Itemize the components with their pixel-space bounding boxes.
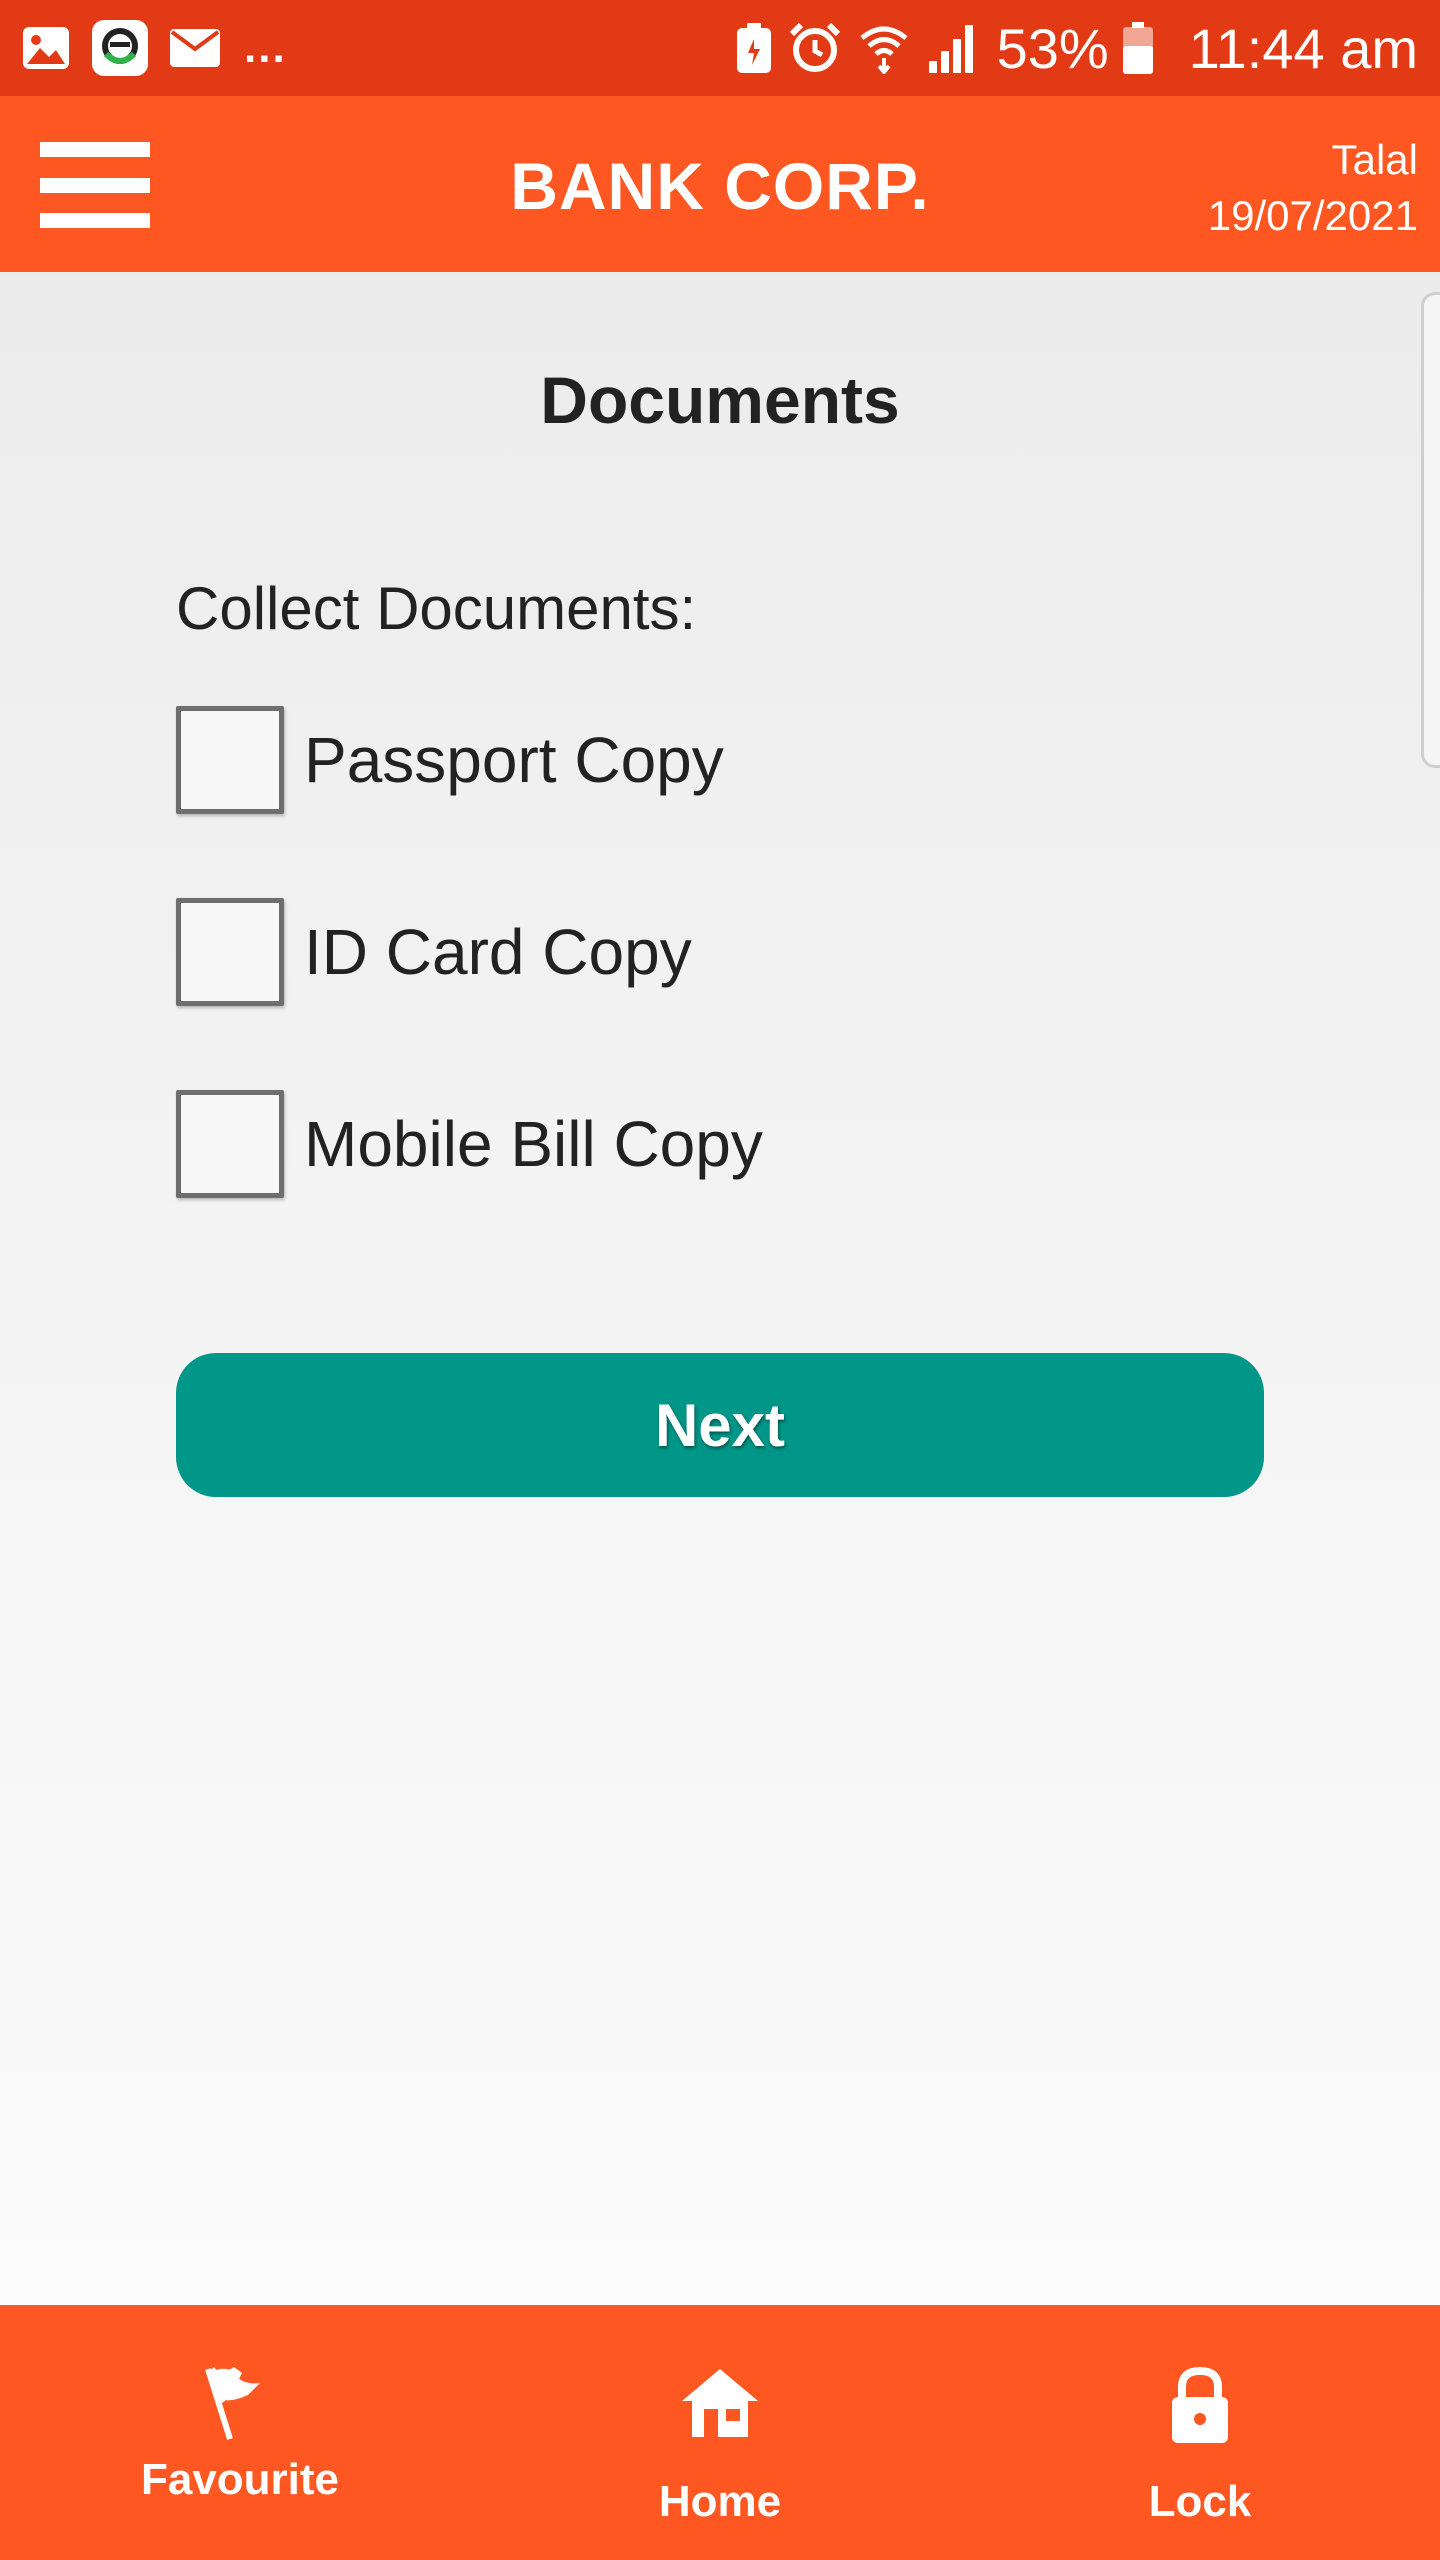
home-icon	[570, 2365, 870, 2441]
nav-favourite[interactable]: Favourite	[90, 2305, 390, 2560]
status-bar: ... 53% 11:44 am	[0, 0, 1440, 96]
user-info: Talal 19/07/2021	[1208, 132, 1418, 244]
lock-icon	[1050, 2365, 1350, 2445]
notification-overflow: ...	[244, 23, 287, 72]
wifi-icon	[859, 22, 909, 74]
user-name: Talal	[1331, 136, 1418, 183]
battery-percentage: 53%	[996, 16, 1109, 80]
current-date: 19/07/2021	[1207, 192, 1418, 239]
nav-lock[interactable]: Lock	[1050, 2305, 1350, 2560]
bottom-navigation: Favourite Home Lock	[0, 2305, 1440, 2560]
alarm-icon	[789, 22, 841, 74]
mail-icon	[170, 29, 220, 67]
id-card-label: ID Card Copy	[304, 916, 692, 988]
signal-icon	[927, 23, 979, 73]
document-mobile-bill-row[interactable]: Mobile Bill Copy	[176, 1086, 763, 1202]
collect-documents-label: Collect Documents:	[176, 575, 697, 642]
mobile-bill-checkbox[interactable]	[176, 1090, 284, 1198]
mobile-bill-label: Mobile Bill Copy	[304, 1108, 763, 1180]
id-card-checkbox[interactable]	[176, 898, 284, 1006]
status-bar-right: 53% 11:44 am	[736, 16, 1418, 81]
app-icon	[92, 20, 148, 76]
page-title: Documents	[540, 363, 900, 437]
nav-lock-label: Lock	[1148, 2477, 1252, 2526]
main-content: Documents Collect Documents: Passport Co…	[0, 272, 1440, 2305]
flag-icon	[90, 2363, 390, 2443]
battery-saver-icon	[736, 23, 771, 73]
passport-checkbox[interactable]	[176, 706, 284, 814]
document-id-card-row[interactable]: ID Card Copy	[176, 894, 692, 1010]
gallery-icon	[22, 26, 70, 70]
passport-label: Passport Copy	[304, 724, 724, 796]
document-passport-row[interactable]: Passport Copy	[176, 702, 724, 818]
next-button[interactable]: Next	[176, 1353, 1264, 1497]
nav-favourite-label: Favourite	[140, 2455, 340, 2504]
nav-home[interactable]: Home	[570, 2305, 870, 2560]
nav-home-label: Home	[658, 2477, 782, 2526]
status-time: 11:44 am	[1188, 16, 1418, 80]
app-bar: BANK CORP. Talal 19/07/2021	[0, 96, 1440, 272]
status-bar-left: ...	[22, 20, 287, 76]
battery-icon	[1122, 22, 1153, 74]
